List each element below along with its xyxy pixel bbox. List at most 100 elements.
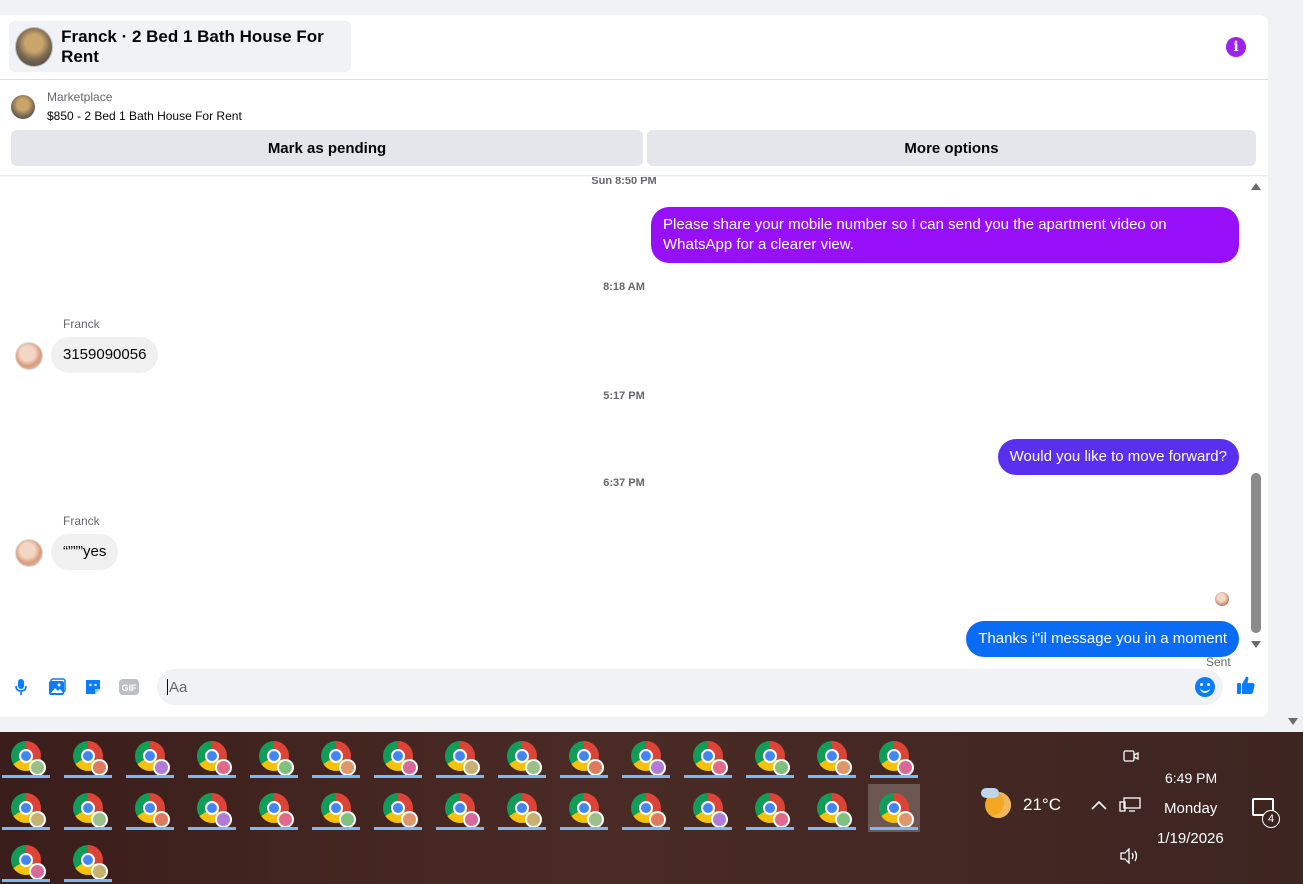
taskbar-chrome-app[interactable] [558, 732, 610, 780]
listing-name: $850 - 2 Bed 1 Bath House For Rent [47, 109, 242, 123]
info-icon[interactable]: i [1226, 37, 1246, 57]
gif-icon[interactable]: GIF [119, 677, 139, 697]
taskbar-chrome-app[interactable] [682, 784, 734, 832]
timestamp: 5:17 PM [603, 390, 645, 402]
running-indicator [622, 775, 670, 778]
outgoing-message[interactable]: Please share your mobile number so I can… [651, 207, 1239, 263]
running-indicator [436, 827, 484, 830]
taskbar-chrome-app[interactable] [62, 784, 114, 832]
mark-as-pending-button[interactable]: Mark as pending [11, 130, 643, 166]
photo-icon[interactable] [47, 677, 67, 697]
taskbar-chrome-app[interactable] [248, 784, 300, 832]
page-scroll-down-icon[interactable] [1288, 718, 1298, 725]
clock-time[interactable]: 6:49 PM [1165, 770, 1217, 786]
running-indicator [870, 827, 918, 830]
running-indicator [374, 827, 422, 830]
sender-name: Franck [63, 514, 100, 528]
taskbar-chrome-app[interactable] [310, 732, 362, 780]
chrome-icon [879, 741, 914, 776]
mic-icon[interactable] [11, 677, 31, 697]
notification-count: 4 [1262, 810, 1280, 828]
taskbar-chrome-app[interactable] [434, 784, 486, 832]
emoji-icon[interactable] [1195, 677, 1215, 697]
taskbar-chrome-app[interactable] [868, 732, 920, 780]
profile-badge-icon [29, 863, 46, 880]
running-indicator [684, 775, 732, 778]
chrome-icon [321, 741, 356, 776]
network-icon[interactable] [1119, 797, 1141, 818]
taskbar-chrome-app[interactable] [744, 784, 796, 832]
taskbar-chrome-app[interactable] [62, 732, 114, 780]
chrome-icon [507, 741, 542, 776]
clock-day[interactable]: Monday [1164, 800, 1217, 817]
taskbar-chrome-app[interactable] [372, 784, 424, 832]
sticker-icon[interactable] [83, 677, 103, 697]
conversation-header[interactable]: Franck · 2 Bed 1 Bath House For Rent [9, 21, 351, 72]
listing-thumbnail [15, 26, 54, 67]
taskbar-chrome-app[interactable] [186, 784, 238, 832]
avatar[interactable] [15, 342, 43, 370]
taskbar-chrome-app[interactable] [806, 732, 858, 780]
message-input[interactable]: Aa [157, 669, 1223, 705]
taskbar-chrome-app[interactable] [806, 784, 858, 832]
text-caret [167, 679, 168, 695]
scroll-down-arrow-icon[interactable] [1251, 641, 1261, 648]
chrome-icon [259, 793, 294, 828]
weather-temperature: 21°C [1023, 795, 1061, 814]
scrollbar-thumb[interactable] [1251, 473, 1261, 633]
taskbar-chrome-app[interactable] [0, 784, 52, 832]
taskbar-chrome-app[interactable] [186, 732, 238, 780]
like-icon[interactable] [1236, 675, 1256, 695]
taskbar-chrome-app[interactable] [496, 732, 548, 780]
weather-widget[interactable]: 21°C [981, 788, 1061, 818]
scroll-up-arrow-icon[interactable] [1251, 183, 1261, 190]
taskbar-chrome-app[interactable] [62, 836, 114, 884]
taskbar-chrome-app[interactable] [248, 732, 300, 780]
taskbar-chrome-app[interactable] [620, 732, 672, 780]
taskbar-chrome-app[interactable] [496, 784, 548, 832]
timestamp: 6:37 PM [603, 477, 645, 489]
chrome-icon [135, 741, 170, 776]
chrome-icon [11, 793, 46, 828]
chrome-icon [73, 793, 108, 828]
chrome-icon [693, 793, 728, 828]
avatar[interactable] [15, 539, 43, 567]
windows-taskbar: 21°C 6:49 PM Monday 1/19/2026 4 [0, 732, 1303, 884]
listing-summary[interactable]: Marketplace $850 - 2 Bed 1 Bath House Fo… [11, 90, 242, 123]
taskbar-chrome-app[interactable] [868, 784, 920, 832]
profile-badge-icon [91, 863, 108, 880]
chrome-icon [383, 793, 418, 828]
chrome-icon [817, 793, 852, 828]
moon-cloud-icon [981, 788, 1011, 818]
taskbar-chrome-app[interactable] [620, 784, 672, 832]
volume-icon[interactable] [1119, 847, 1141, 869]
taskbar-chrome-app[interactable] [310, 784, 362, 832]
show-hidden-icons-chevron-icon[interactable] [1090, 798, 1108, 816]
more-options-button[interactable]: More options [647, 130, 1256, 166]
profile-badge-icon [339, 811, 356, 828]
taskbar-chrome-app[interactable] [434, 732, 486, 780]
taskbar-chrome-app[interactable] [558, 784, 610, 832]
taskbar-chrome-app[interactable] [682, 732, 734, 780]
taskbar-chrome-app[interactable] [124, 732, 176, 780]
chrome-icon [445, 793, 480, 828]
incoming-message[interactable]: 3159090056 [51, 337, 159, 373]
chrome-icon [693, 741, 728, 776]
clock-date[interactable]: 1/19/2026 [1157, 830, 1224, 847]
taskbar-chrome-app[interactable] [0, 732, 52, 780]
incoming-message[interactable]: “”””yes [51, 534, 119, 570]
outgoing-message[interactable]: Thanks i"il message you in a moment [966, 621, 1239, 657]
taskbar-chrome-app[interactable] [744, 732, 796, 780]
chrome-icon [383, 741, 418, 776]
taskbar-chrome-app[interactable] [124, 784, 176, 832]
profile-badge-icon [401, 811, 418, 828]
taskbar-chrome-app[interactable] [0, 836, 52, 884]
meet-now-icon[interactable] [1123, 748, 1139, 768]
taskbar-chrome-app[interactable] [372, 732, 424, 780]
running-indicator [808, 827, 856, 830]
profile-badge-icon [215, 759, 232, 776]
chat-window: Franck · 2 Bed 1 Bath House For Rent i M… [0, 15, 1268, 717]
outgoing-message[interactable]: Would you like to move forward? [997, 439, 1239, 475]
chrome-icon [569, 741, 604, 776]
chrome-icon [755, 741, 790, 776]
